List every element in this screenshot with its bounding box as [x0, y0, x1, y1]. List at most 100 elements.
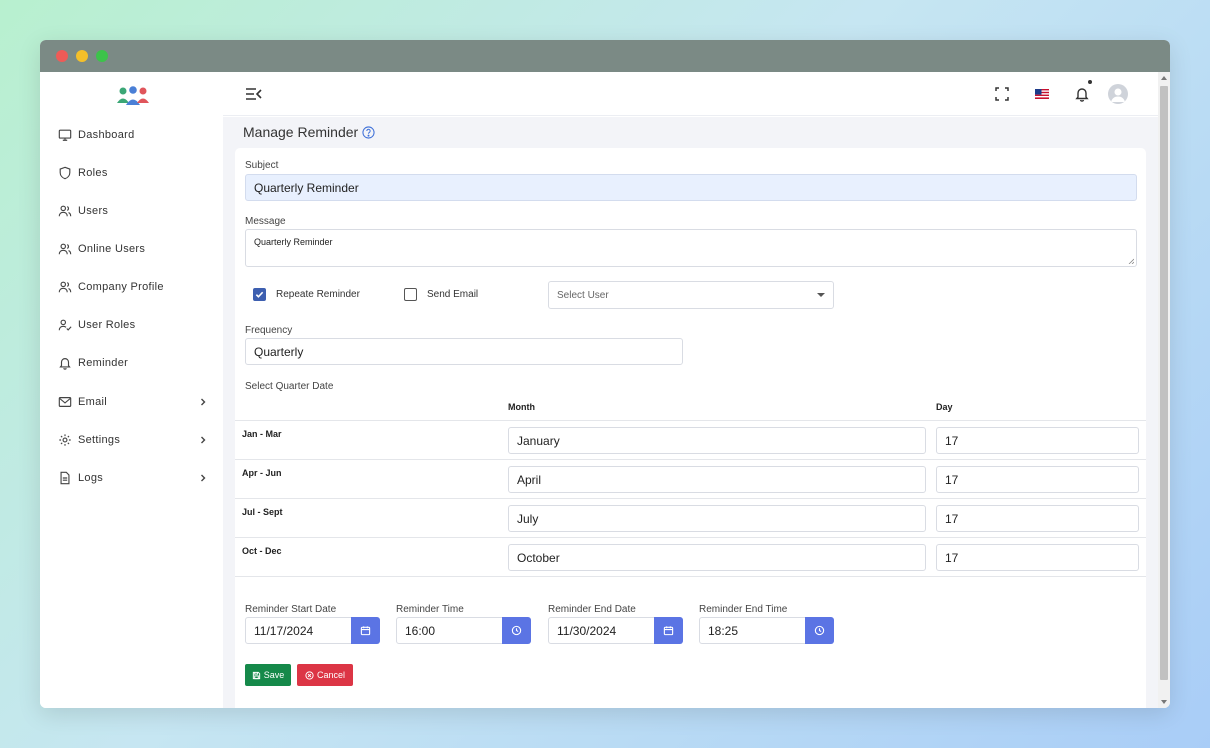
cancel-button-label: Cancel	[316, 670, 345, 680]
send-email-checkbox[interactable]	[404, 288, 417, 301]
frequency-input[interactable]: Quarterly	[245, 338, 683, 365]
message-label: Message	[245, 216, 286, 227]
menu-toggle-icon[interactable]	[245, 86, 263, 102]
start-date-calendar-button[interactable]	[351, 617, 380, 644]
resize-grip-icon[interactable]	[1128, 258, 1134, 264]
day-input[interactable]: 17	[936, 466, 1139, 493]
top-bar	[223, 72, 1158, 116]
divider	[235, 498, 1146, 499]
end-time-label: Reminder End Time	[699, 604, 788, 615]
sidebar: Dashboard Roles Users Online Users Compa…	[40, 72, 223, 708]
end-time-clock-button[interactable]	[805, 617, 834, 644]
sidebar-item-label: Email	[78, 396, 108, 408]
sidebar-item-settings[interactable]: Settings	[58, 428, 208, 452]
day-input[interactable]: 17	[936, 544, 1139, 571]
scrollbar[interactable]	[1158, 72, 1170, 708]
end-date-label: Reminder End Date	[548, 604, 636, 615]
sidebar-item-email[interactable]: Email	[58, 390, 208, 414]
close-window-button[interactable]	[56, 50, 68, 62]
sidebar-item-label: Settings	[78, 434, 121, 446]
month-input[interactable]: July	[508, 505, 926, 532]
quarter-row-label: Jul - Sept	[242, 507, 283, 517]
chevron-right-icon	[201, 474, 206, 482]
scroll-down-arrow-icon[interactable]	[1161, 700, 1167, 704]
divider	[235, 537, 1146, 538]
save-button[interactable]: Save	[245, 664, 291, 686]
subject-label: Subject	[245, 160, 279, 171]
sidebar-item-roles[interactable]: Roles	[58, 161, 208, 185]
monitor-icon	[58, 129, 72, 141]
bell-icon	[59, 358, 71, 370]
calendar-icon	[360, 626, 371, 636]
cancel-button[interactable]: Cancel	[297, 664, 353, 686]
reminder-time-label: Reminder Time	[396, 604, 464, 615]
fullscreen-icon[interactable]	[994, 86, 1010, 102]
sidebar-item-user-roles[interactable]: User Roles	[58, 313, 208, 337]
month-input[interactable]: April	[508, 466, 926, 493]
cancel-icon	[305, 670, 314, 680]
notification-dot	[1088, 80, 1092, 84]
reminder-time-clock-button[interactable]	[502, 617, 531, 644]
users-icon	[58, 243, 72, 255]
maximize-window-button[interactable]	[96, 50, 108, 62]
sidebar-item-label: Company Profile	[78, 281, 164, 293]
select-user-dropdown[interactable]: Select User	[548, 281, 834, 309]
main-content: Manage Reminder Subject Quarterly Remind…	[223, 117, 1158, 708]
sidebar-item-label: Users	[78, 205, 109, 217]
sidebar-item-logs[interactable]: Logs	[58, 466, 208, 490]
sidebar-item-reminder[interactable]: Reminder	[58, 351, 208, 375]
user-avatar-icon	[1111, 88, 1125, 102]
start-date-label: Reminder Start Date	[245, 604, 337, 615]
file-icon	[60, 471, 70, 485]
month-input[interactable]: January	[508, 427, 926, 454]
sidebar-item-online-users[interactable]: Online Users	[58, 237, 208, 261]
avatar[interactable]	[1108, 84, 1128, 104]
chevron-right-icon	[201, 436, 206, 444]
end-date-input[interactable]: 11/30/2024	[548, 617, 655, 644]
title-bar	[40, 40, 1170, 72]
quarter-date-label: Select Quarter Date	[245, 381, 334, 392]
bell-icon[interactable]	[1074, 86, 1090, 102]
chevron-right-icon	[201, 398, 206, 406]
users-icon	[58, 281, 72, 293]
start-date-input[interactable]: 11/17/2024	[245, 617, 352, 644]
sidebar-item-dashboard[interactable]: Dashboard	[58, 123, 208, 147]
repeat-reminder-label: Repeate Reminder	[276, 289, 360, 300]
scroll-up-arrow-icon[interactable]	[1161, 76, 1167, 80]
shield-icon	[59, 166, 71, 180]
scrollbar-thumb[interactable]	[1160, 86, 1168, 680]
sidebar-item-label: Reminder	[78, 357, 129, 369]
repeat-reminder-checkbox[interactable]	[253, 288, 266, 301]
message-text: Quarterly Reminder	[254, 237, 333, 247]
end-time-input[interactable]: 18:25	[699, 617, 806, 644]
subject-input[interactable]: Quarterly Reminder	[245, 174, 1137, 201]
help-icon[interactable]	[362, 125, 375, 139]
frequency-label: Frequency	[245, 325, 293, 336]
divider	[235, 459, 1146, 460]
sidebar-item-company-profile[interactable]: Company Profile	[58, 275, 208, 299]
divider	[235, 576, 1146, 577]
month-input[interactable]: October	[508, 544, 926, 571]
sidebar-item-label: Logs	[78, 472, 104, 484]
us-flag-icon[interactable]	[1034, 86, 1050, 102]
quarter-row-label: Jan - Mar	[242, 429, 282, 439]
chevron-down-icon	[817, 293, 825, 297]
reminder-form-card: Subject Quarterly Reminder Message Quart…	[235, 148, 1146, 708]
users-icon	[58, 205, 72, 217]
reminder-time-input[interactable]: 16:00	[396, 617, 503, 644]
sidebar-item-label: User Roles	[78, 319, 136, 331]
day-input[interactable]: 17	[936, 427, 1139, 454]
quarter-row-label: Apr - Jun	[242, 468, 282, 478]
end-date-calendar-button[interactable]	[654, 617, 683, 644]
day-input[interactable]: 17	[936, 505, 1139, 532]
select-user-placeholder: Select User	[557, 289, 609, 301]
sidebar-item-label: Dashboard	[78, 129, 135, 141]
send-email-label: Send Email	[427, 289, 479, 300]
minimize-window-button[interactable]	[76, 50, 88, 62]
clock-icon	[511, 625, 522, 636]
user-check-icon	[58, 319, 72, 331]
sidebar-item-users[interactable]: Users	[58, 199, 208, 223]
logo-icon	[117, 86, 149, 105]
message-textarea[interactable]: Quarterly Reminder	[245, 229, 1137, 267]
page-title-text: Manage Reminder	[243, 124, 359, 140]
